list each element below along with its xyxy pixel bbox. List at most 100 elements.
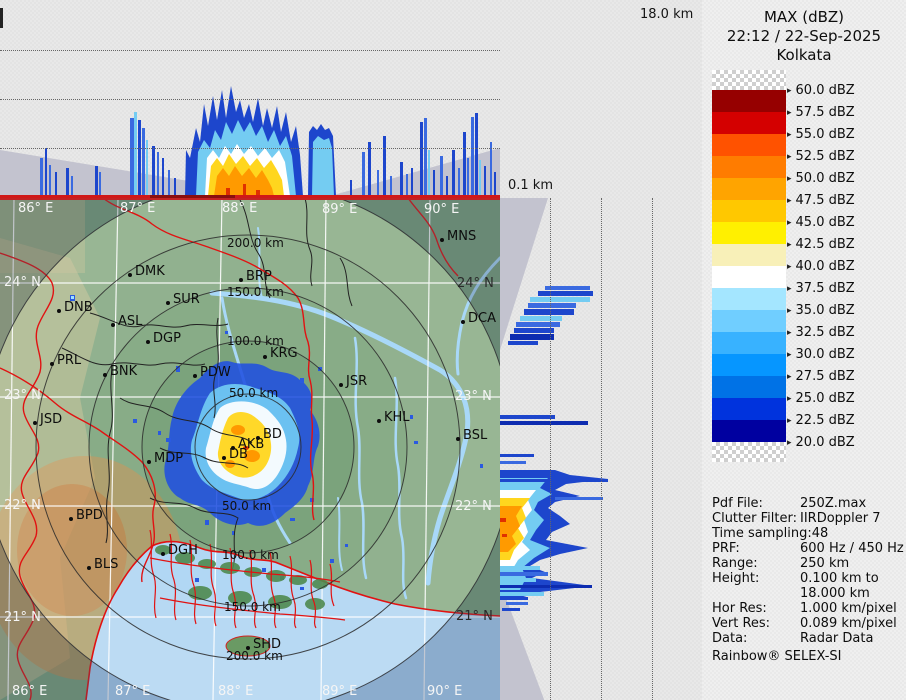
scale-label-text: 20.0 dBZ	[795, 435, 855, 450]
legend-scale-labels: ▸ 60.0 dBZ ▸ 57.5 dBZ ▸ 55.0 dBZ ▸ 52.5 dBZ ▸ 50.…	[702, 0, 906, 470]
info-label: Range:	[712, 556, 758, 571]
sagar-island	[225, 635, 271, 657]
legend-panel: MAX (dBZ) 22:12 / 22-Sep-2025 Kolkata ▸ 6…	[702, 0, 906, 700]
legend-scale-label: ▸ 27.5 dBZ	[787, 369, 855, 385]
info-row: Time sampling: 48	[712, 526, 904, 541]
info-rows: Pdf File: 250Z.max Clutter Filter: IIRDoppl…	[712, 496, 904, 646]
top-cross-section-panel	[0, 0, 500, 198]
info-row: 18.000 km	[712, 586, 904, 601]
height-gridline	[0, 148, 500, 149]
tick-arrow-icon: ▸	[787, 350, 792, 360]
scale-label-text: 27.5 dBZ	[795, 369, 855, 384]
scale-label-text: 55.0 dBZ	[795, 127, 855, 142]
tick-arrow-icon: ▸	[787, 306, 792, 316]
info-label: Pdf File:	[712, 496, 763, 511]
info-value: 600 Hz / 450 Hz	[800, 541, 904, 556]
legend-scale-label: ▸ 52.5 dBZ	[787, 149, 855, 165]
info-row: Hor Res: 1.000 km/pixel	[712, 601, 904, 616]
beam-blockage-wedge	[500, 198, 548, 350]
legend-scale-label: ▸ 40.0 dBZ	[787, 259, 855, 275]
legend-scale-label: ▸ 57.5 dBZ	[787, 105, 855, 121]
radar-application-window: 18.0 km 0.1 km MAX (dBZ) 22:12 / 22-Sep-…	[0, 0, 906, 700]
height-gridline	[652, 198, 653, 700]
tick-arrow-icon: ▸	[787, 218, 792, 228]
scale-label-text: 45.0 dBZ	[795, 215, 855, 230]
legend-scale-label: ▸ 35.0 dBZ	[787, 303, 855, 319]
tick-arrow-icon: ▸	[787, 152, 792, 162]
info-row: Data: Radar Data	[712, 631, 904, 646]
height-gridline	[601, 198, 602, 700]
info-value: IIRDoppler 7	[800, 511, 881, 526]
beam-blockage-wedge	[330, 148, 500, 196]
right-cross-section-panel	[500, 198, 702, 700]
info-row: Height: 0.100 km to	[712, 571, 904, 586]
tick-arrow-icon: ▸	[787, 394, 792, 404]
info-label: Hor Res:	[712, 601, 767, 616]
legend-scale-label: ▸ 32.5 dBZ	[787, 325, 855, 341]
legend-scale-label: ▸ 20.0 dBZ	[787, 435, 855, 451]
scale-label-text: 42.5 dBZ	[795, 237, 855, 252]
scale-label-text: 22.5 dBZ	[795, 413, 855, 428]
info-value: 18.000 km	[800, 586, 870, 601]
secondary-echo-cluster	[308, 124, 336, 196]
tick-arrow-icon: ▸	[787, 108, 792, 118]
info-row: Vert Res: 0.089 km/pixel	[712, 616, 904, 631]
scale-label-text: 37.5 dBZ	[795, 281, 855, 296]
echo-bars-upper	[500, 286, 593, 464]
info-block: Pdf File: 250Z.max Clutter Filter: IIRDoppl…	[712, 496, 904, 664]
info-label: Data:	[712, 631, 748, 646]
info-label: Time sampling:	[712, 526, 812, 541]
info-value: 250Z.max	[800, 496, 867, 511]
info-value: 0.089 km/pixel	[800, 616, 897, 631]
info-label: PRF:	[712, 541, 740, 556]
radar-map-graphic	[0, 181, 514, 700]
tick-arrow-icon: ▸	[787, 240, 792, 250]
scale-label-text: 30.0 dBZ	[795, 347, 855, 362]
height-axis-min-label: 0.1 km	[508, 178, 553, 193]
legend-scale-label: ▸ 47.5 dBZ	[787, 193, 855, 209]
map-top-border	[0, 198, 500, 200]
height-gridline	[550, 198, 551, 700]
info-label: Height:	[712, 571, 760, 586]
tick-arrow-icon: ▸	[787, 438, 792, 448]
height-gridline	[0, 50, 500, 51]
tick-arrow-icon: ▸	[787, 174, 792, 184]
scale-label-text: 35.0 dBZ	[795, 303, 855, 318]
info-value: Radar Data	[800, 631, 874, 646]
legend-scale-label: ▸ 42.5 dBZ	[787, 237, 855, 253]
tick-arrow-icon: ▸	[787, 416, 792, 426]
info-row: Pdf File: 250Z.max	[712, 496, 904, 511]
info-value: 1.000 km/pixel	[800, 601, 897, 616]
scale-label-text: 32.5 dBZ	[795, 325, 855, 340]
legend-scale-label: ▸ 45.0 dBZ	[787, 215, 855, 231]
info-value: 250 km	[800, 556, 850, 571]
info-row: PRF: 600 Hz / 450 Hz	[712, 541, 904, 556]
radar-map-panel	[0, 181, 514, 700]
software-brand: Rainbow® SELEX-SI	[712, 649, 842, 664]
info-row: Range: 250 km	[712, 556, 904, 571]
tick-arrow-icon: ▸	[787, 130, 792, 140]
tick-arrow-icon: ▸	[787, 284, 792, 294]
info-label: Vert Res:	[712, 616, 771, 631]
axis-tick-icon	[0, 8, 3, 28]
legend-scale-label: ▸ 37.5 dBZ	[787, 281, 855, 297]
info-label	[712, 586, 800, 601]
height-axis-max-label: 18.0 km	[640, 7, 694, 22]
scale-label-text: 25.0 dBZ	[795, 391, 855, 406]
scale-label-text: 57.5 dBZ	[795, 105, 855, 120]
info-row: Clutter Filter: IIRDoppler 7	[712, 511, 904, 526]
height-gridline	[0, 99, 500, 100]
scale-label-text: 40.0 dBZ	[795, 259, 855, 274]
legend-scale-label: ▸ 22.5 dBZ	[787, 413, 855, 429]
storm-echo-cluster	[185, 86, 303, 196]
scale-label-text: 60.0 dBZ	[795, 83, 855, 98]
legend-scale-label: ▸ 25.0 dBZ	[787, 391, 855, 407]
info-value: 0.100 km to	[800, 571, 879, 586]
legend-scale-label: ▸ 55.0 dBZ	[787, 127, 855, 143]
tick-arrow-icon: ▸	[787, 196, 792, 206]
legend-scale-label: ▸ 50.0 dBZ	[787, 171, 855, 187]
scale-label-text: 47.5 dBZ	[795, 193, 855, 208]
tick-arrow-icon: ▸	[787, 328, 792, 338]
info-value: 48	[811, 526, 829, 541]
tick-arrow-icon: ▸	[787, 86, 792, 96]
